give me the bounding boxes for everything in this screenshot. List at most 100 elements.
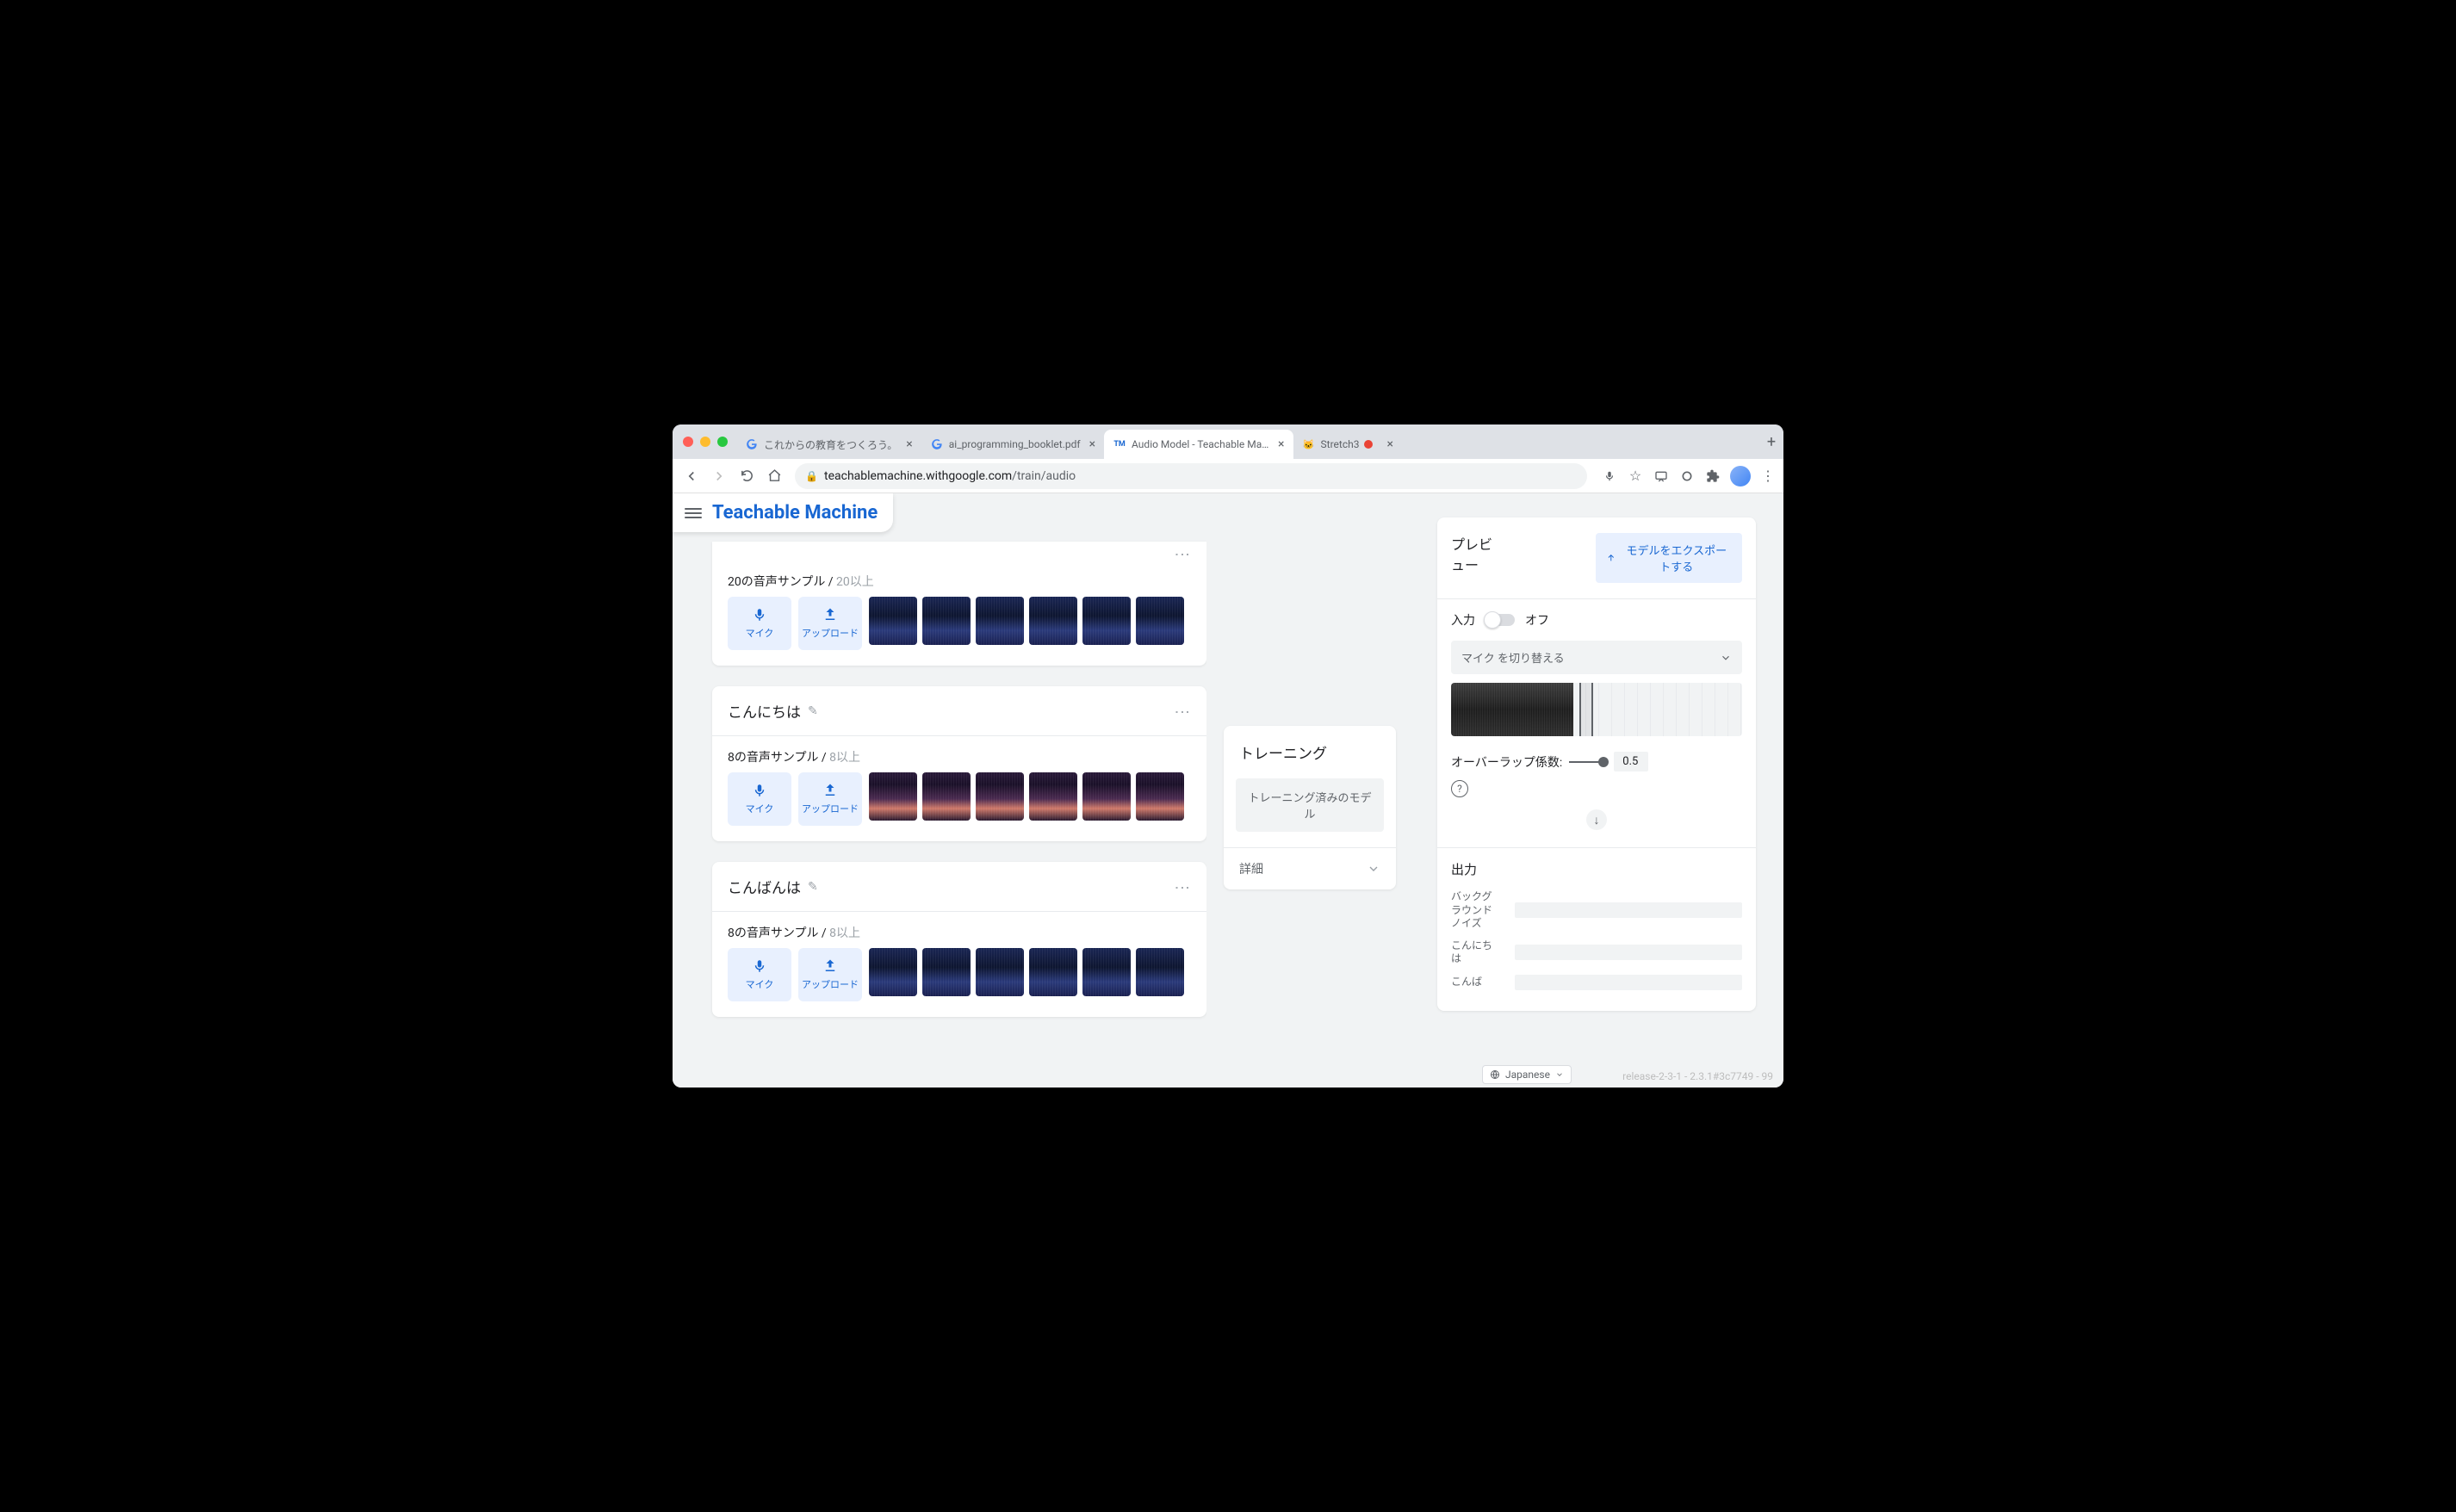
audio-sample-thumbnail[interactable]: [869, 948, 917, 996]
overlap-value[interactable]: 0.5: [1614, 752, 1648, 771]
upload-button[interactable]: アップロード: [798, 772, 862, 826]
mic-source-dropdown[interactable]: マイク を切り替える: [1451, 641, 1742, 674]
upload-icon: [1606, 552, 1616, 564]
input-toggle[interactable]: [1485, 614, 1515, 626]
new-tab-button[interactable]: +: [1759, 430, 1783, 454]
tab-close-button[interactable]: ×: [1089, 437, 1095, 451]
output-confidence-bar: [1515, 902, 1742, 918]
training-column: トレーニング トレーニング済みのモデル 詳細: [1206, 493, 1413, 1088]
samples-count-label: 8の音声サンプル / 8以上: [712, 912, 1206, 948]
record-mic-button[interactable]: マイク: [728, 772, 791, 826]
record-mic-button[interactable]: マイク: [728, 597, 791, 650]
class-menu-button[interactable]: ⋮: [1173, 704, 1191, 718]
browser-toolbar: 🔒 teachablemachine.withgoogle.com/train/…: [673, 459, 1783, 493]
audio-sample-thumbnail[interactable]: [976, 772, 1024, 821]
audio-sample-thumbnail[interactable]: [1082, 772, 1131, 821]
audio-sample-thumbnail[interactable]: [1136, 597, 1184, 645]
browser-tab[interactable]: TM Audio Model - Teachable Mach ×: [1104, 430, 1293, 459]
browser-tab[interactable]: ai_programming_booklet.pdf ×: [921, 430, 1104, 459]
tab-favicon: TM: [1113, 437, 1126, 451]
lock-icon: 🔒: [805, 470, 817, 482]
tab-title: ai_programming_booklet.pdf: [949, 438, 1081, 450]
audio-sample-thumbnail[interactable]: [1029, 597, 1077, 645]
voice-search-icon[interactable]: [1601, 468, 1618, 485]
maximize-window-button[interactable]: [717, 437, 728, 447]
edit-name-button[interactable]: ✎: [808, 880, 818, 894]
version-text: release-2-3-1 - 2.3.1#3c7749 - 99: [1622, 1070, 1773, 1082]
help-icon[interactable]: ?: [1451, 780, 1468, 797]
profile-avatar[interactable]: [1730, 466, 1751, 486]
forward-button[interactable]: [707, 464, 731, 488]
overlap-slider[interactable]: [1569, 761, 1607, 763]
tab-title: Audio Model - Teachable Mach: [1132, 438, 1269, 450]
samples-count-label: 8の音声サンプル / 8以上: [712, 736, 1206, 772]
language-selector[interactable]: Japanese: [1482, 1065, 1572, 1084]
menu-button[interactable]: [685, 508, 702, 518]
minimize-window-button[interactable]: [700, 437, 710, 447]
live-spectrogram: [1451, 683, 1742, 736]
preview-column: プレビュー モデルをエクスポートする 入力 オフ: [1413, 493, 1783, 1088]
training-status: トレーニング済みのモデル: [1236, 778, 1384, 832]
bookmark-star-icon[interactable]: ☆: [1627, 468, 1644, 485]
class-card: こんばんは ✎ ⋮ 8の音声サンプル / 8以上 マイク アップロード: [712, 862, 1206, 1017]
class-menu-button[interactable]: ⋮: [1173, 880, 1191, 894]
audio-sample-thumbnail[interactable]: [976, 948, 1024, 996]
chrome-menu-icon[interactable]: ⋮: [1759, 468, 1777, 485]
class-card: ⋮ 20の音声サンプル / 20以上 マイク アップロード: [712, 542, 1206, 666]
extension-chat-icon[interactable]: [1653, 468, 1670, 485]
audio-sample-thumbnail[interactable]: [922, 597, 971, 645]
audio-sample-thumbnail[interactable]: [1082, 597, 1131, 645]
url-text: teachablemachine.withgoogle.com/train/au…: [824, 469, 1076, 483]
output-row: バックグラウンド ノイズ: [1451, 890, 1742, 931]
audio-sample-thumbnail[interactable]: [976, 597, 1024, 645]
back-button[interactable]: [679, 464, 704, 488]
home-button[interactable]: [762, 464, 786, 488]
audio-sample-thumbnail[interactable]: [1029, 772, 1077, 821]
training-advanced-toggle[interactable]: 詳細: [1224, 847, 1396, 889]
tab-close-button[interactable]: ×: [906, 437, 912, 451]
record-mic-button[interactable]: マイク: [728, 948, 791, 1001]
toggle-state-label: オフ: [1525, 611, 1549, 629]
export-model-button[interactable]: モデルをエクスポートする: [1596, 533, 1742, 583]
output-confidence-bar: [1515, 945, 1742, 960]
audio-sample-thumbnail[interactable]: [869, 597, 917, 645]
browser-tabs: これからの教育をつくろう。×ai_programming_booklet.pdf…: [736, 424, 1759, 459]
tab-favicon: [930, 437, 944, 451]
class-name: こんにちは: [728, 700, 801, 722]
titlebar: これからの教育をつくろう。×ai_programming_booklet.pdf…: [673, 424, 1783, 459]
preview-card: プレビュー モデルをエクスポートする 入力 オフ: [1437, 517, 1756, 1011]
training-title: トレーニング: [1224, 726, 1396, 778]
address-bar[interactable]: 🔒 teachablemachine.withgoogle.com/train/…: [795, 463, 1587, 489]
app-header: Teachable Machine: [673, 493, 893, 532]
upload-button[interactable]: アップロード: [798, 948, 862, 1001]
scroll-down-button[interactable]: ↓: [1586, 809, 1607, 830]
chevron-down-icon: [1720, 652, 1732, 664]
class-menu-button[interactable]: ⋮: [1173, 547, 1191, 561]
tab-close-button[interactable]: ×: [1278, 437, 1284, 451]
samples-count-label: 20の音声サンプル / 20以上: [712, 561, 1206, 597]
audio-sample-thumbnail[interactable]: [1136, 772, 1184, 821]
reload-button[interactable]: [735, 464, 759, 488]
edit-name-button[interactable]: ✎: [808, 704, 818, 718]
app-title: Teachable Machine: [712, 502, 878, 524]
audio-sample-thumbnail[interactable]: [922, 948, 971, 996]
tab-close-button[interactable]: ×: [1386, 437, 1392, 451]
output-row: こんば: [1451, 975, 1742, 990]
output-class-label: こんにちは: [1451, 939, 1501, 966]
upload-button[interactable]: アップロード: [798, 597, 862, 650]
close-window-button[interactable]: [683, 437, 693, 447]
audio-sample-thumbnail[interactable]: [1082, 948, 1131, 996]
extensions-puzzle-icon[interactable]: [1704, 468, 1721, 485]
browser-tab[interactable]: これからの教育をつくろう。×: [736, 430, 921, 459]
audio-sample-thumbnail[interactable]: [922, 772, 971, 821]
output-confidence-bar: [1515, 975, 1742, 990]
audio-sample-thumbnail[interactable]: [869, 772, 917, 821]
extension-circle-icon[interactable]: [1678, 468, 1696, 485]
spectrogram-cursor: [1579, 683, 1593, 736]
browser-tab[interactable]: 🐱Stretch3×: [1293, 430, 1402, 459]
class-name: こんばんは: [728, 876, 801, 897]
classes-column: ⋮ 20の音声サンプル / 20以上 マイク アップロード こんにちは ✎ ⋮ 8の…: [673, 493, 1206, 1088]
output-row: こんにちは: [1451, 939, 1742, 966]
audio-sample-thumbnail[interactable]: [1029, 948, 1077, 996]
audio-sample-thumbnail[interactable]: [1136, 948, 1184, 996]
